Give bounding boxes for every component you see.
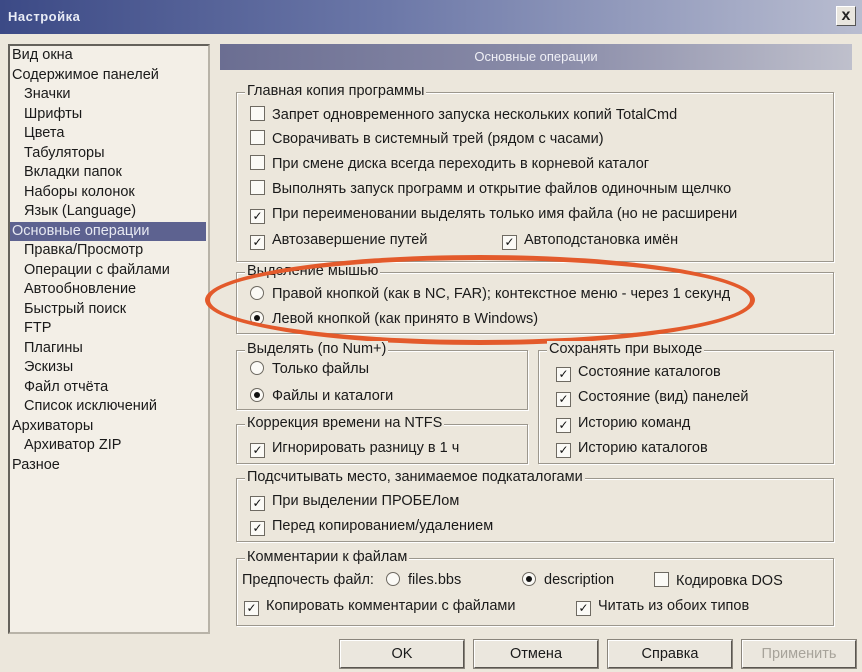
radio-circle[interactable] <box>250 311 264 325</box>
tree-item[interactable]: Файл отчёта <box>10 378 208 398</box>
read-both-checkbox[interactable]: ✓ Читать из обоих типов <box>576 598 749 616</box>
help-button[interactable]: Справка <box>607 639 733 669</box>
tree-item[interactable]: Цвета <box>10 124 208 144</box>
checkbox-box[interactable]: ✓ <box>556 418 571 433</box>
checkbox-box[interactable]: ✓ <box>244 601 259 616</box>
checkbox-box[interactable]: ✓ <box>250 209 265 224</box>
window-title: Настройка <box>8 9 81 24</box>
dos-encoding-checkbox[interactable]: Кодировка DOS <box>654 572 783 589</box>
tree-item[interactable]: Язык (Language) <box>10 202 208 222</box>
tree-item[interactable]: Вид окна <box>10 46 208 66</box>
checkbox-box[interactable] <box>654 572 669 587</box>
radio-circle[interactable] <box>250 286 264 300</box>
checkbox-box[interactable]: ✓ <box>556 443 571 458</box>
checkbox-box[interactable] <box>250 155 265 170</box>
apply-button[interactable]: Применить <box>741 639 857 669</box>
name-autosubstitute-checkbox[interactable]: ✓ Автоподстановка имён <box>502 232 678 250</box>
count-before-copy-checkbox[interactable]: ✓ Перед копированием/удалением <box>250 518 493 536</box>
tree-item[interactable]: Основные операции <box>10 221 206 241</box>
close-button[interactable]: x <box>836 6 856 26</box>
radio-circle[interactable] <box>250 388 264 402</box>
description-radio[interactable]: description <box>522 572 614 588</box>
single-click-checkbox[interactable]: Выполнять запуск программ и открытие фай… <box>250 180 830 197</box>
files-and-dirs-radio[interactable]: Файлы и каталоги <box>250 388 393 404</box>
title-bar: Настройка x <box>0 0 862 34</box>
tree-item[interactable]: Архиватор ZIP <box>10 436 208 456</box>
path-autocomplete-checkbox[interactable]: ✓ Автозавершение путей <box>250 232 427 250</box>
tree-item[interactable]: Шрифты <box>10 105 208 125</box>
count-on-space-checkbox[interactable]: ✓ При выделении ПРОБЕЛом <box>250 493 459 511</box>
checkbox-box[interactable] <box>250 180 265 195</box>
ignore-1h-checkbox[interactable]: ✓ Игнорировать разницу в 1 ч <box>250 440 459 458</box>
tree-item[interactable]: FTP <box>10 319 208 339</box>
checkbox-box[interactable]: ✓ <box>576 601 591 616</box>
left-button-radio[interactable]: Левой кнопкой (как принято в Windows) <box>250 311 538 327</box>
rename-name-only-checkbox[interactable]: ✓ При переименовании выделять только имя … <box>250 206 830 224</box>
cancel-button[interactable]: Отмена <box>473 639 599 669</box>
files-only-radio[interactable]: Только файлы <box>250 361 369 377</box>
tree-item[interactable]: Правка/Просмотр <box>10 241 208 261</box>
settings-tree[interactable]: Вид окна Содержимое панелей Значки Шрифты Цв… <box>8 44 210 634</box>
save-dirs-state-checkbox[interactable]: ✓ Состояние каталогов <box>556 364 721 382</box>
tree-item[interactable]: Вкладки папок <box>10 163 208 183</box>
tree-item[interactable]: Разное <box>10 456 208 476</box>
main-copy-label: Главная копия программы <box>245 83 427 99</box>
tree-item[interactable]: Содержимое панелей <box>10 66 208 86</box>
checkbox-box[interactable] <box>250 106 265 121</box>
ok-button[interactable]: OK <box>339 639 465 669</box>
checkbox-box[interactable] <box>250 130 265 145</box>
ntfs-label: Коррекция времени на NTFS <box>245 415 445 431</box>
tree-item[interactable]: Список исключений <box>10 397 208 417</box>
subdir-space-label: Подсчитывать место, занимаемое подкатало… <box>245 469 585 485</box>
right-button-radio[interactable]: Правой кнопкой (как в NC, FAR); контекст… <box>250 286 830 302</box>
radio-circle[interactable] <box>250 361 264 375</box>
tree-item[interactable]: Табуляторы <box>10 144 208 164</box>
radio-circle[interactable] <box>522 572 536 586</box>
tree-item[interactable]: Автообновление <box>10 280 208 300</box>
tree-item[interactable]: Плагины <box>10 339 208 359</box>
tree-item[interactable]: Эскизы <box>10 358 208 378</box>
tree-item[interactable]: Операции с файлами <box>10 261 208 281</box>
checkbox-box[interactable]: ✓ <box>250 496 265 511</box>
checkbox-box[interactable]: ✓ <box>556 367 571 382</box>
copy-comments-checkbox[interactable]: ✓ Копировать комментарии с файлами <box>244 598 515 616</box>
radio-circle[interactable] <box>386 572 400 586</box>
save-dir-history-checkbox[interactable]: ✓ Историю каталогов <box>556 440 708 458</box>
save-on-exit-label: Сохранять при выходе <box>547 341 705 357</box>
minimize-to-tray-checkbox[interactable]: Сворачивать в системный трей (рядом с ча… <box>250 130 604 147</box>
tree-item[interactable]: Наборы колонок <box>10 183 208 203</box>
checkbox-box[interactable]: ✓ <box>250 235 265 250</box>
select-what-label: Выделять (по Num+) <box>245 341 389 357</box>
checkbox-box[interactable]: ✓ <box>502 235 517 250</box>
tree-item[interactable]: Архиваторы <box>10 417 208 437</box>
tree-item[interactable]: Быстрый поиск <box>10 300 208 320</box>
mouse-select-label: Выделение мышью <box>245 263 381 279</box>
checkbox-box[interactable]: ✓ <box>556 392 571 407</box>
files-bbs-radio[interactable]: files.bbs <box>386 572 461 588</box>
prefer-file-label: Предпочесть файл: <box>242 572 374 588</box>
tree-item[interactable]: Значки <box>10 85 208 105</box>
root-on-drive-change-checkbox[interactable]: При смене диска всегда переходить в корн… <box>250 155 649 172</box>
save-panels-state-checkbox[interactable]: ✓ Состояние (вид) панелей <box>556 389 748 407</box>
save-cmd-history-checkbox[interactable]: ✓ Историю команд <box>556 415 690 433</box>
comments-label: Комментарии к файлам <box>245 549 410 565</box>
checkbox-box[interactable]: ✓ <box>250 443 265 458</box>
single-instance-checkbox[interactable]: Запрет одновременного запуска нескольких… <box>250 106 677 123</box>
panel-title: Основные операции <box>220 44 852 70</box>
checkbox-box[interactable]: ✓ <box>250 521 265 536</box>
